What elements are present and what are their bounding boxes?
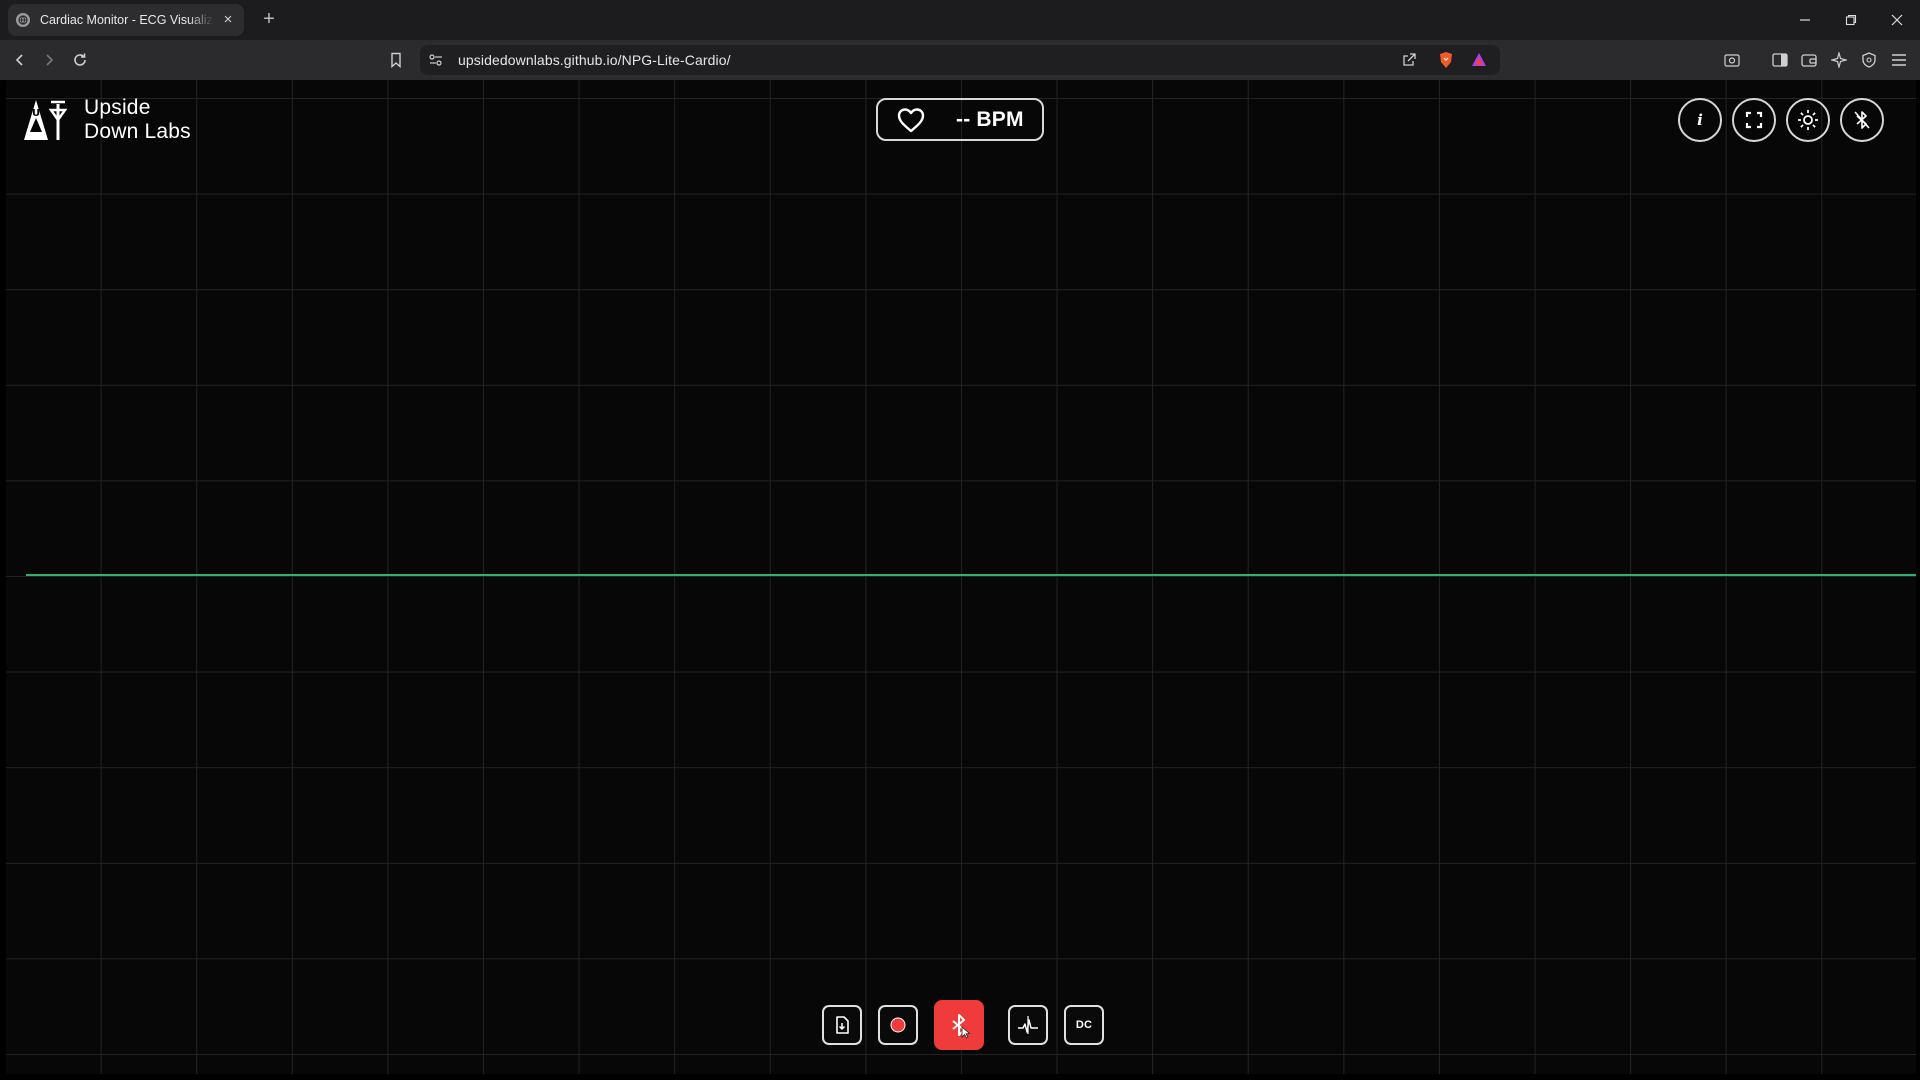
forward-icon[interactable] (37, 48, 61, 72)
menu-icon[interactable] (1887, 48, 1911, 72)
restore-icon[interactable] (1828, 0, 1874, 40)
logo-line-2: Down Labs (84, 120, 191, 143)
upside-down-labs-logo[interactable]: U Upside Down Labs (20, 96, 191, 144)
dc-toggle-button[interactable]: DC (1064, 1005, 1104, 1045)
heart-icon (897, 107, 925, 132)
theme-sun-icon (1798, 110, 1818, 130)
fullscreen-icon (1745, 111, 1763, 129)
screenshot-icon[interactable] (1720, 48, 1744, 72)
bluetooth-off-icon (1854, 111, 1870, 129)
close-window-icon[interactable] (1874, 0, 1920, 40)
url-text[interactable]: upsidedownlabs.github.io/NPG-Lite-Cardio… (458, 52, 731, 68)
svg-text:i: i (1697, 111, 1703, 129)
info-button[interactable]: i (1678, 98, 1722, 142)
vpn-icon[interactable] (1857, 48, 1881, 72)
ecg-grid (6, 80, 1916, 1074)
bpm-display: -- BPM (876, 98, 1044, 141)
bluetooth-connect-button[interactable] (934, 1000, 984, 1050)
tab-title: Cardiac Monitor - ECG Visualizat (40, 13, 214, 27)
sidebar-icon[interactable] (1768, 48, 1792, 72)
browser-tab-bar: Cardiac Monitor - ECG Visualizat × + (0, 0, 1920, 40)
save-file-button[interactable] (822, 1005, 862, 1045)
logo-text: Upside Down Labs (84, 96, 191, 144)
browser-tab[interactable]: Cardiac Monitor - ECG Visualizat × (8, 4, 244, 36)
save-file-icon (836, 1016, 849, 1034)
logo-line-1: Upside (84, 96, 151, 119)
back-icon[interactable] (8, 48, 32, 72)
new-tab-button[interactable]: + (258, 8, 280, 30)
logo-mark-icon: U (24, 100, 68, 140)
bpm-value: -- BPM (956, 107, 1024, 131)
dc-label: DC (1075, 1019, 1093, 1031)
bluetooth-icon (952, 1014, 971, 1038)
reload-icon[interactable] (68, 48, 92, 72)
globe-icon (16, 13, 30, 27)
record-button[interactable] (878, 1005, 918, 1045)
theme-toggle-button[interactable] (1786, 98, 1830, 142)
svg-text:U: U (32, 108, 40, 119)
ecg-visualizer-app: U Upside Down Labs -- BPM i DC (6, 80, 1916, 1074)
record-icon (890, 1017, 906, 1033)
close-tab-icon[interactable]: × (220, 12, 236, 28)
bluetooth-status-button[interactable] (1840, 98, 1884, 142)
leo-ai-icon[interactable] (1827, 48, 1851, 72)
share-icon[interactable] (1397, 48, 1421, 72)
site-settings-icon[interactable] (424, 48, 448, 72)
bookmark-icon[interactable] (384, 48, 408, 72)
filter-icon (1018, 1016, 1038, 1034)
fullscreen-button[interactable] (1732, 98, 1776, 142)
wallet-icon[interactable] (1797, 48, 1821, 72)
filter-button[interactable] (1008, 1005, 1048, 1045)
ecg-signal-trace (26, 574, 1916, 576)
brave-rewards-icon[interactable] (1467, 48, 1491, 72)
info-icon: i (1697, 111, 1703, 129)
brave-shields-icon[interactable] (1434, 48, 1458, 72)
minimize-icon[interactable] (1782, 0, 1828, 40)
